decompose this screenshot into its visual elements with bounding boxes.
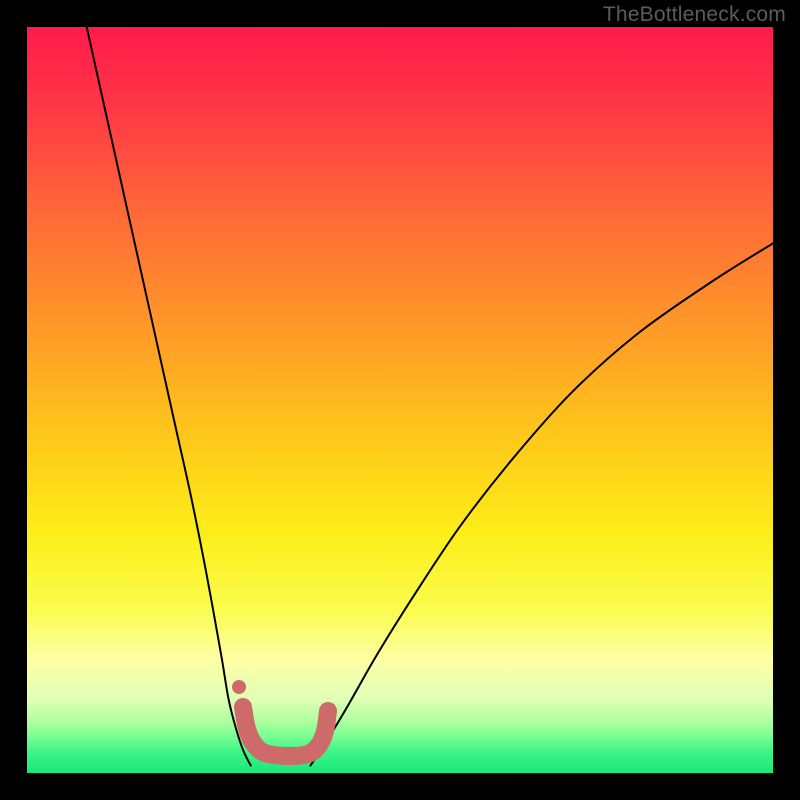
chart-background-gradient	[27, 27, 773, 773]
watermark-text: TheBottleneck.com	[603, 3, 786, 27]
chart-frame	[27, 27, 773, 773]
